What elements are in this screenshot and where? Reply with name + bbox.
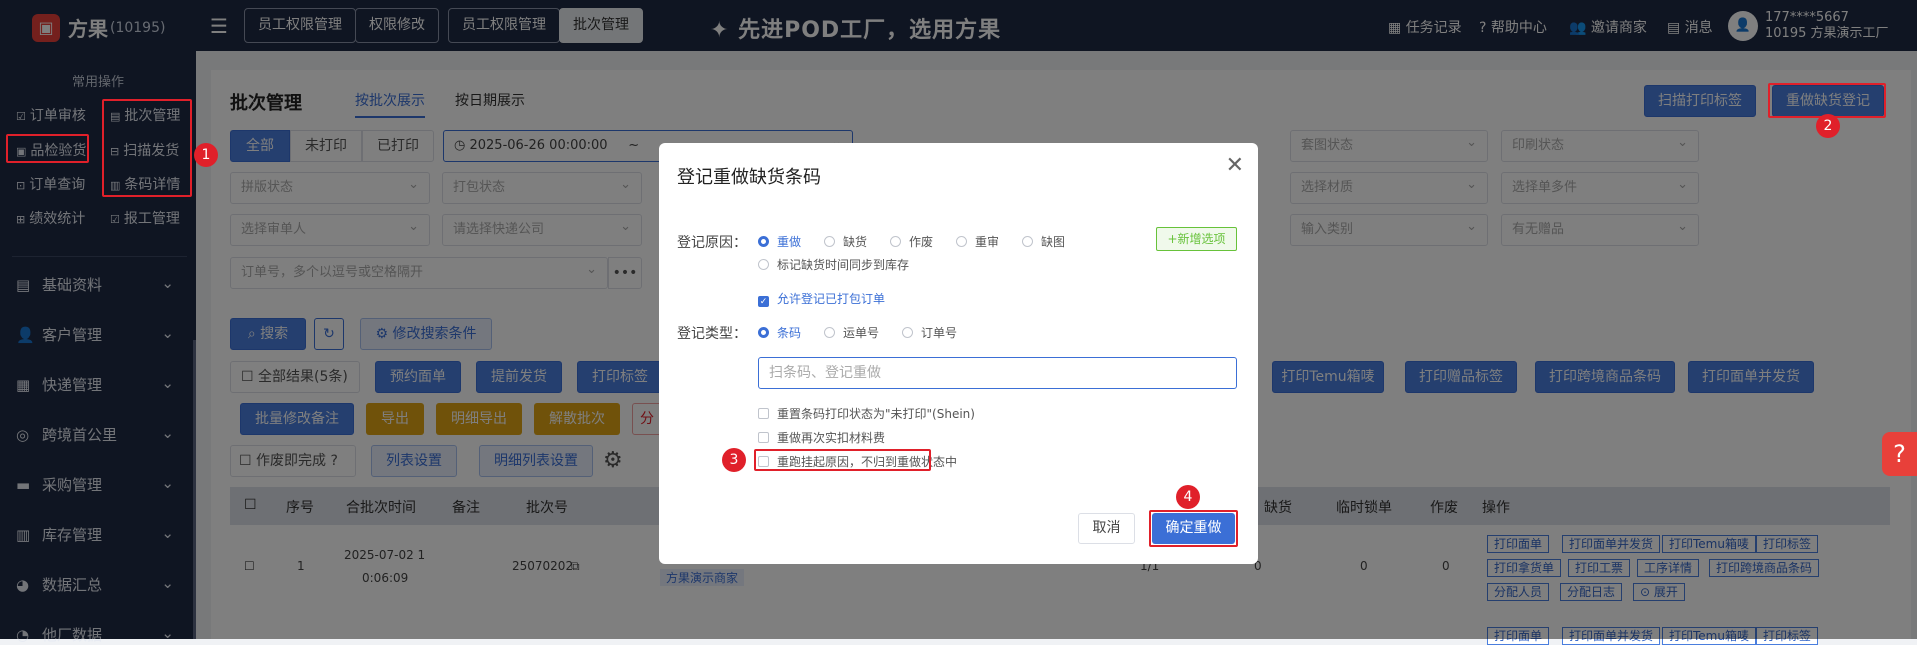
radio-icon [758,327,769,338]
radio-icon [956,236,967,247]
reason-void-radio[interactable]: 作废 [890,233,933,250]
checkbox-label: 重做再次实扣材料费 [777,431,886,445]
radio-label: 条码 [777,326,802,340]
checkbox-label: 允许登记已打包订单 [777,292,886,306]
radio-label: 缺货 [843,235,868,249]
modal-title: 登记重做缺货条码 [677,167,821,188]
annotation-number: 3 [722,448,746,472]
radio-icon [824,327,835,338]
radio-icon [1022,236,1033,247]
checkbox-label: 重置条码打印状态为"未打印"(Shein) [777,407,975,421]
type-barcode-radio[interactable]: 条码 [758,324,801,341]
checkbox-icon [758,408,769,419]
radio-label: 作废 [909,235,934,249]
radio-icon [824,236,835,247]
radio-label: 标记缺货时间同步到库存 [777,258,910,272]
radio-label: 重审 [975,235,1000,249]
radio-label: 运单号 [843,326,880,340]
annotation-number: 4 [1176,485,1200,509]
scan-barcode-input[interactable]: 扫条码、登记重做 [758,357,1237,389]
highlight-quick-group [102,99,192,197]
close-icon[interactable]: ✕ [1226,153,1244,178]
radio-icon [902,327,913,338]
annotation-number: 1 [194,143,218,167]
add-option-button[interactable]: +新增选项 [1156,227,1237,251]
radio-label: 订单号 [921,326,958,340]
allow-packed-checkbox[interactable]: ✓ 允许登记已打包订单 [758,290,885,307]
radio-icon [758,259,769,270]
radio-icon [890,236,901,247]
reason-stockout-radio[interactable]: 缺货 [824,233,867,250]
annotation-number: 2 [1816,114,1840,138]
reason-label: 登记原因： [677,235,747,251]
checkbox-icon [758,432,769,443]
radio-label: 缺图 [1041,235,1066,249]
help-float-icon[interactable]: ? [1882,432,1917,476]
radio-icon [758,236,769,247]
type-label: 登记类型： [677,326,747,342]
reason-recheck-radio[interactable]: 重审 [956,233,999,250]
reason-missing-image-radio[interactable]: 缺图 [1022,233,1065,250]
sync-stock-radio[interactable]: 标记缺货时间同步到库存 [758,256,909,273]
highlight-redo-button [1768,83,1886,118]
cancel-button[interactable]: 取消 [1078,513,1135,544]
reset-print-status-checkbox[interactable]: 重置条码打印状态为"未打印"(Shein) [758,405,975,422]
redo-modal: 登记重做缺货条码 ✕ 登记原因： 重做 缺货 作废 重审 缺图 +新增选项 标记… [659,143,1258,564]
recharge-material-checkbox[interactable]: 重做再次实扣材料费 [758,429,885,446]
reason-redo-radio[interactable]: 重做 [758,233,801,250]
highlight-confirm-button [1149,510,1238,547]
radio-label: 重做 [777,235,802,249]
highlight-rerun-option [754,449,931,471]
type-waybill-radio[interactable]: 运单号 [824,324,879,341]
check-icon: ✓ [758,296,769,307]
highlight-quality-check [6,134,89,163]
type-order-radio[interactable]: 订单号 [902,324,957,341]
